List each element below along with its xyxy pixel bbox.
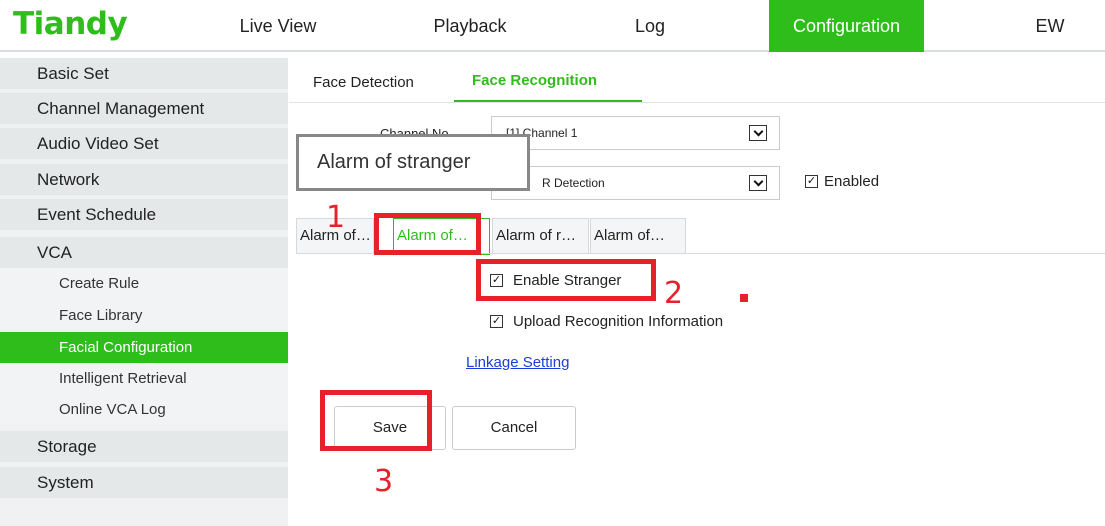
sidebar-subitem-intelligent-retrieval[interactable]: Intelligent Retrieval [0,363,288,394]
annotation-number-3: 3 [374,464,394,499]
sidebar-item-event-schedule[interactable]: Event Schedule [0,199,288,230]
sidebar: Basic Set Channel Management Audio Video… [0,58,288,526]
enabled-checkbox[interactable]: ✓ [805,175,818,188]
tab-face-detection[interactable]: Face Detection [313,74,414,91]
detection-mode-select[interactable]: R Detection [491,166,780,200]
nav-configuration[interactable]: Configuration [769,0,924,52]
cancel-button[interactable]: Cancel [452,406,576,450]
sidebar-subitem-face-library[interactable]: Face Library [0,300,288,331]
chevron-down-icon [749,175,767,191]
sidebar-item-audio-video-set[interactable]: Audio Video Set [0,128,288,159]
sidebar-item-system[interactable]: System [0,467,288,498]
annotation-box-3 [320,390,432,451]
linkage-setting-link[interactable]: Linkage Setting [466,354,569,371]
annotation-box-1 [374,213,481,255]
tab-face-recognition[interactable]: Face Recognition [472,72,597,89]
subtab-alarm-4[interactable]: Alarm of… [590,218,686,253]
tiandy-logo: Tiandy [13,6,128,42]
alarm-of-stranger-tooltip: Alarm of stranger [296,134,530,191]
sidebar-subitem-facial-configuration[interactable]: Facial Configuration [0,332,288,363]
enabled-label: Enabled [824,173,880,190]
nav-ew[interactable]: EW [1010,0,1090,52]
sidebar-subitem-create-rule[interactable]: Create Rule [0,268,288,299]
sidebar-subitem-online-vca-log[interactable]: Online VCA Log [0,394,288,425]
sidebar-item-basic-set[interactable]: Basic Set [0,58,288,89]
sidebar-item-channel-management[interactable]: Channel Management [0,93,288,124]
tabs-divider [289,102,1105,103]
subtab-alarm-3[interactable]: Alarm of r… [492,218,589,253]
chevron-down-icon [749,125,767,141]
annotation-number-1: 1 [326,200,346,235]
nav-log[interactable]: Log [610,0,690,52]
upload-info-label: Upload Recognition Information [513,313,724,330]
sidebar-item-vca[interactable]: VCA [0,237,288,268]
annotation-number-2: 2 [664,276,684,311]
annotation-box-2 [476,259,656,301]
nav-live-view[interactable]: Live View [218,0,338,52]
annotation-dot [740,294,748,302]
nav-playback[interactable]: Playback [405,0,535,52]
upload-info-checkbox[interactable]: ✓ [490,315,503,328]
top-navigation-bar: Tiandy Live View Playback Log Configurat… [0,0,1105,52]
sidebar-item-network[interactable]: Network [0,164,288,195]
channel-select[interactable]: [1] Channel 1 [491,116,780,150]
sidebar-item-storage[interactable]: Storage [0,431,288,462]
